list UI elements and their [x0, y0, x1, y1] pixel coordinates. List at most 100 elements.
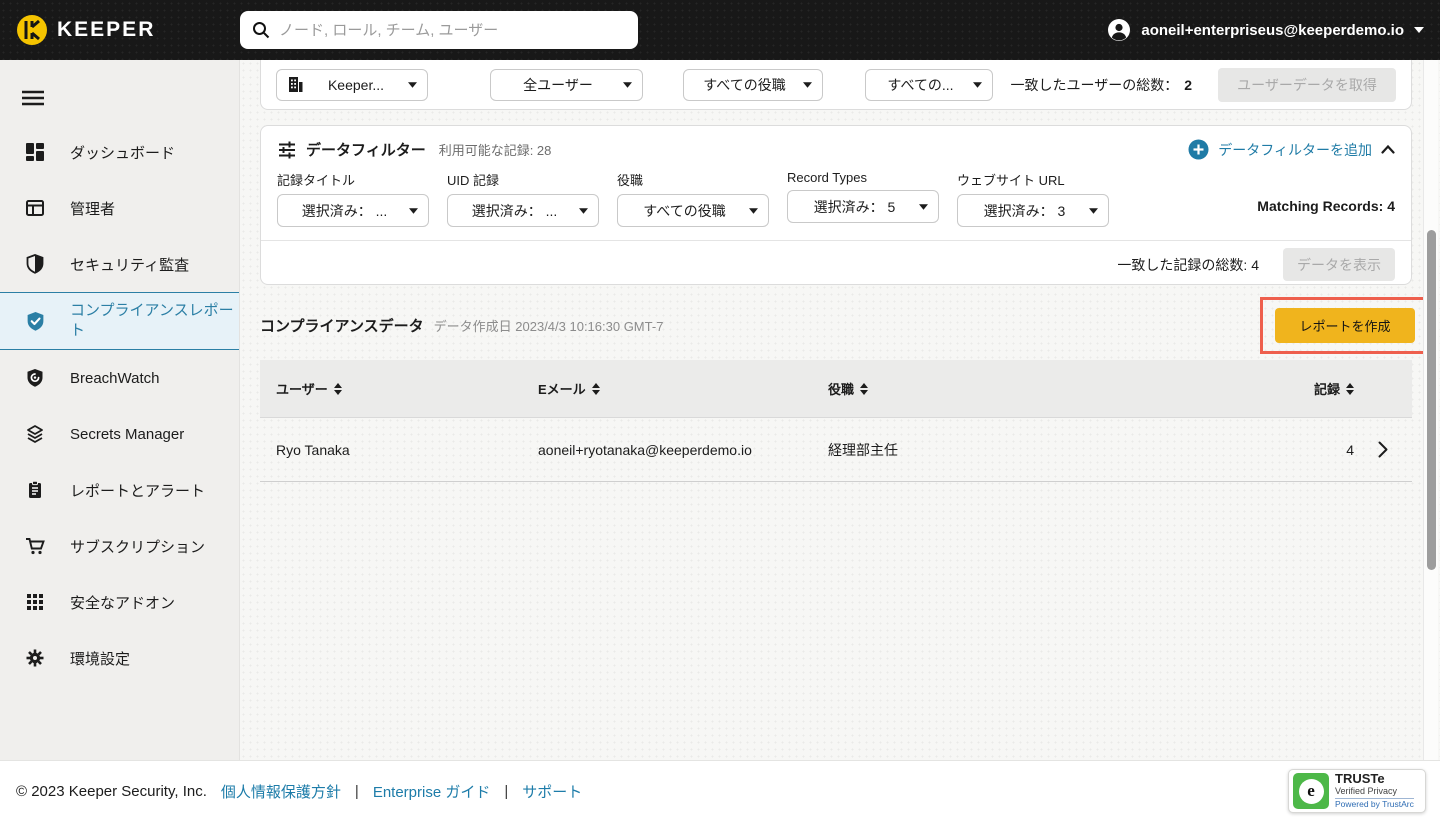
chevron-down-icon — [1414, 27, 1424, 33]
filter-label: 役職 — [617, 173, 644, 188]
scrollbar-thumb[interactable] — [1427, 230, 1436, 570]
breachwatch-shield-icon — [24, 368, 46, 388]
account-menu[interactable]: aoneil+enterpriseus@keeperdemo.io — [1107, 0, 1424, 60]
menu-toggle-button[interactable] — [22, 82, 58, 114]
caret-down-icon — [973, 81, 982, 88]
matched-users-label: 一致したユーザーの総数： — [1010, 76, 1179, 93]
filter-website-url: ウェブサイト URL 選択済み： 3 — [957, 170, 1109, 227]
cart-icon — [24, 536, 46, 556]
plus-circle-icon — [1188, 139, 1209, 160]
sidebar-item-label: Secrets Manager — [70, 425, 185, 443]
row-expand-button[interactable] — [1354, 441, 1412, 458]
role-filter-dropdown[interactable]: すべての役職 — [617, 194, 769, 227]
sort-icon[interactable] — [860, 382, 869, 395]
truste-logo-letter: e — [1298, 778, 1324, 804]
sidebar-item-secrets-manager[interactable]: Secrets Manager — [0, 406, 239, 462]
create-report-button[interactable]: レポートを作成 — [1275, 307, 1415, 343]
filter-sliders-icon — [279, 141, 295, 158]
caret-down-icon — [409, 207, 418, 214]
sidebar-item-label: セキュリティ監査 — [70, 256, 190, 274]
sidebar-item-label: 環境設定 — [70, 650, 131, 668]
col-header-records: 記録 — [1313, 382, 1340, 397]
shield-half-icon — [24, 254, 46, 274]
sidebar-item-security-audit[interactable]: セキュリティ監査 — [0, 236, 239, 292]
col-header-user: ユーザー — [276, 382, 328, 397]
sidebar-item-reports-alerts[interactable]: レポートとアラート — [0, 462, 239, 518]
search-input[interactable] — [279, 21, 626, 39]
roles-dropdown[interactable]: すべての役職 — [683, 68, 823, 101]
truste-subtitle: Verified Privacy — [1335, 785, 1398, 796]
teams-dropdown-value: すべての... — [887, 76, 954, 93]
topbar: KEEPER aoneil+enterpriseus@keeperdemo.io — [0, 0, 1440, 60]
sidebar-item-label: 管理者 — [70, 200, 116, 218]
show-data-button[interactable]: データを表示 — [1283, 248, 1395, 281]
sidebar-item-label: レポートとアラート — [70, 482, 206, 500]
sidebar-item-compliance-reports[interactable]: コンプライアンスレポート — [0, 292, 239, 350]
chevron-right-icon — [1378, 441, 1388, 458]
sidebar-item-settings[interactable]: 環境設定 — [0, 630, 239, 686]
website-url-dropdown[interactable]: 選択済み： 3 — [957, 194, 1109, 227]
filter-record-types: Record Types 選択済み： 5 — [787, 170, 939, 223]
compliance-created-date: データ作成日 2023/4/3 10:16:30 GMT-7 — [433, 318, 664, 334]
table-header-row: ユーザー Eメール 役職 記録 — [260, 360, 1412, 418]
global-search[interactable] — [240, 11, 638, 49]
filter-role: 役職 すべての役職 — [617, 170, 769, 227]
record-types-dropdown[interactable]: 選択済み： 5 — [787, 190, 939, 223]
sidebar-item-secure-addons[interactable]: 安全なアドオン — [0, 574, 239, 630]
filter-record-title: 記録タイトル 選択済み： ... — [277, 170, 429, 227]
search-icon — [253, 22, 270, 39]
node-dropdown[interactable]: Keeper... — [276, 68, 428, 101]
dashboard-icon — [24, 142, 46, 162]
compliance-table: ユーザー Eメール 役職 記録 Ryo Tanaka aoneil+ryotan… — [260, 360, 1412, 482]
caret-down-icon — [803, 81, 812, 88]
sidebar-item-dashboard[interactable]: ダッシュボード — [0, 124, 239, 180]
teams-dropdown[interactable]: すべての... — [865, 68, 993, 101]
account-email: aoneil+enterpriseus@keeperdemo.io — [1141, 21, 1404, 39]
matched-records-total: 一致した記録の総数: 4 — [1117, 256, 1259, 273]
footer-link-privacy[interactable]: 個人情報保護方針 — [221, 781, 341, 802]
filter-record-uid: UID 記録 選択済み： ... — [447, 170, 599, 227]
role-filter-dropdown-value: すべての役職 — [643, 202, 726, 219]
caret-down-icon — [1089, 207, 1098, 214]
sidebar-item-admin[interactable]: 管理者 — [0, 180, 239, 236]
sort-icon[interactable] — [1346, 382, 1354, 395]
truste-logo-icon: e — [1293, 773, 1329, 809]
caret-down-icon — [919, 203, 928, 210]
compliance-header: コンプライアンスデータ データ作成日 2023/4/3 10:16:30 GMT… — [260, 296, 1430, 354]
scrollbar-track[interactable] — [1423, 60, 1438, 760]
sidebar-item-breachwatch[interactable]: BreachWatch — [0, 350, 239, 406]
chevron-up-icon[interactable] — [1381, 145, 1395, 154]
sidebar: ダッシュボード 管理者 セキュリティ監査 コンプライアンスレポート Breach… — [0, 60, 240, 760]
footer-separator: | — [504, 782, 509, 800]
truste-badge[interactable]: e TRUSTe Verified Privacy Powered by Tru… — [1288, 769, 1426, 813]
sidebar-item-subscription[interactable]: サブスクリプション — [0, 518, 239, 574]
sort-icon[interactable] — [591, 382, 600, 395]
keeper-logo[interactable]: KEEPER — [16, 14, 155, 46]
caret-down-icon — [408, 81, 417, 88]
clipboard-icon — [24, 480, 46, 500]
footer-link-enterprise-guide[interactable]: Enterprise ガイド — [373, 781, 491, 802]
cell-user: Ryo Tanaka — [276, 441, 350, 458]
sidebar-item-label: サブスクリプション — [70, 538, 206, 556]
users-dropdown[interactable]: 全ユーザー — [490, 68, 643, 101]
compliance-title: コンプライアンスデータ — [260, 317, 424, 335]
sort-icon[interactable] — [333, 382, 342, 395]
record-title-dropdown-value: 選択済み： ... — [301, 202, 388, 219]
record-uid-dropdown-value: 選択済み： ... — [471, 202, 558, 219]
sidebar-item-label: 安全なアドオン — [70, 594, 176, 612]
sidebar-item-label: ダッシュボード — [70, 144, 176, 162]
shield-check-icon — [24, 311, 46, 332]
caret-down-icon — [623, 81, 632, 88]
caret-down-icon — [579, 207, 588, 214]
footer-link-support[interactable]: サポート — [522, 781, 582, 802]
data-filter-card: データフィルター 利用可能な記録: 28 データフィルターを追加 記録タイトル … — [260, 125, 1412, 285]
table-row[interactable]: Ryo Tanaka aoneil+ryotanaka@keeperdemo.i… — [260, 418, 1412, 482]
add-data-filter-link[interactable]: データフィルターを追加 — [1188, 139, 1395, 160]
get-user-data-button[interactable]: ユーザーデータを取得 — [1218, 67, 1396, 102]
record-types-dropdown-value: 選択済み： 5 — [813, 198, 896, 215]
record-uid-dropdown[interactable]: 選択済み： ... — [447, 194, 599, 227]
record-title-dropdown[interactable]: 選択済み： ... — [277, 194, 429, 227]
user-avatar-icon — [1108, 19, 1131, 41]
filter-label: 記録タイトル — [277, 173, 356, 188]
node-dropdown-value: Keeper... — [327, 76, 385, 93]
